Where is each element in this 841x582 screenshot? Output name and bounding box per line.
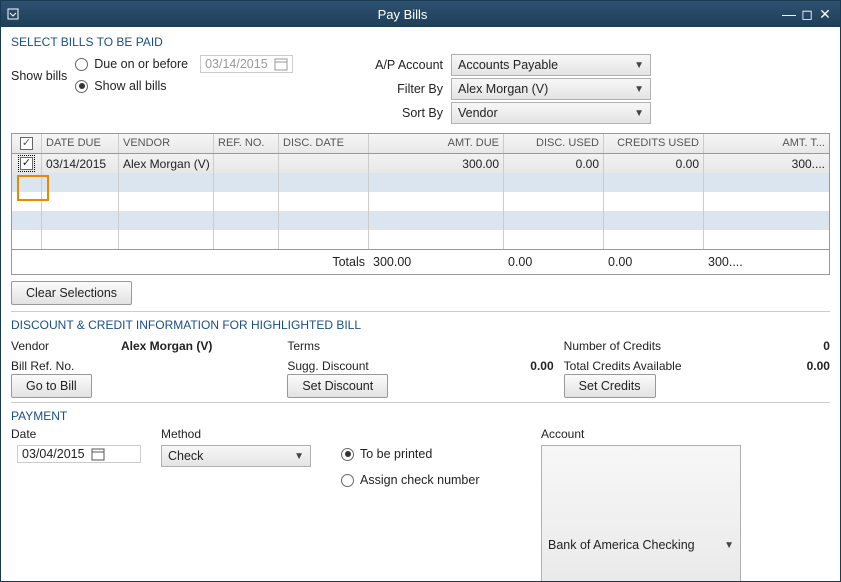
minimize-button[interactable]: — <box>780 7 798 21</box>
col-disc-used[interactable]: DISC. USED <box>504 134 604 153</box>
discount-credit-title: DISCOUNT & CREDIT INFORMATION FOR HIGHLI… <box>11 318 830 332</box>
clear-selections-button[interactable]: Clear Selections <box>11 281 132 305</box>
due-date-field[interactable]: 03/14/2015 <box>200 55 293 73</box>
col-credits-used[interactable]: CREDITS USED <box>604 134 704 153</box>
col-ref-no[interactable]: REF. NO. <box>214 134 279 153</box>
window-title: Pay Bills <box>25 7 780 22</box>
ap-account-dropdown[interactable]: Accounts Payable▼ <box>451 54 651 76</box>
maximize-button[interactable]: ◻ <box>798 7 816 21</box>
cell-ref <box>214 154 279 173</box>
set-discount-button[interactable]: Set Discount <box>287 374 388 398</box>
filter-by-dropdown[interactable]: Alex Morgan (V)▼ <box>451 78 651 100</box>
cell-amt-due: 300.00 <box>369 154 504 173</box>
totals-row: Totals 300.00 0.00 0.00 300.... <box>12 249 829 274</box>
col-date-due[interactable]: DATE DUE <box>42 134 119 153</box>
sort-by-label: Sort By <box>371 106 451 120</box>
totals-label: Totals <box>279 252 369 272</box>
table-row <box>12 173 829 192</box>
table-row <box>12 192 829 211</box>
radio-show-all[interactable] <box>75 80 88 93</box>
row-checkbox[interactable] <box>20 157 33 170</box>
window-menu-icon[interactable] <box>7 8 25 20</box>
chevron-down-icon: ▼ <box>294 451 304 462</box>
total-credits-value: 0.00 <box>714 359 830 373</box>
show-bills-label: Show bills <box>11 69 67 83</box>
col-amt-due[interactable]: AMT. DUE <box>369 134 504 153</box>
total-amt-to-pay: 300.... <box>704 252 829 272</box>
bills-grid: DATE DUE VENDOR REF. NO. DISC. DATE AMT.… <box>11 133 830 275</box>
titlebar: Pay Bills — ◻ ✕ <box>1 1 840 27</box>
payment-title: PAYMENT <box>11 409 830 423</box>
terms-label: Terms <box>287 339 397 353</box>
payment-method-dropdown[interactable]: Check▼ <box>161 445 311 467</box>
vendor-value: Alex Morgan (V) <box>121 339 277 353</box>
set-credits-button[interactable]: Set Credits <box>564 374 656 398</box>
bill-ref-label: Bill Ref. No. <box>11 359 121 373</box>
grid-header: DATE DUE VENDOR REF. NO. DISC. DATE AMT.… <box>12 134 829 154</box>
sugg-discount-label: Sugg. Discount <box>287 359 397 373</box>
chevron-down-icon: ▼ <box>634 108 644 119</box>
cell-date-due: 03/14/2015 <box>42 154 119 173</box>
go-to-bill-button[interactable]: Go to Bill <box>11 374 92 398</box>
col-amt-to-pay[interactable]: AMT. T... <box>704 134 829 153</box>
total-amt-due: 300.00 <box>369 252 504 272</box>
payment-method-label: Method <box>161 427 321 441</box>
table-row[interactable]: 03/14/2015 Alex Morgan (V) 300.00 0.00 0… <box>12 154 829 173</box>
calendar-icon <box>274 57 288 71</box>
num-credits-label: Number of Credits <box>564 339 714 353</box>
vendor-label: Vendor <box>11 339 121 353</box>
payment-account-dropdown[interactable]: Bank of America Checking▼ <box>541 445 741 581</box>
radio-all-label: Show all bills <box>94 79 166 93</box>
chevron-down-icon: ▼ <box>724 540 734 551</box>
cell-amt-to-pay: 300.... <box>704 154 829 173</box>
col-disc-date[interactable]: DISC. DATE <box>279 134 369 153</box>
total-credits-label: Total Credits Available <box>564 359 714 373</box>
payment-date-label: Date <box>11 427 141 441</box>
chevron-down-icon: ▼ <box>634 84 644 95</box>
radio-due-label: Due on or before <box>94 57 188 71</box>
cell-vendor: Alex Morgan (V) <box>119 154 214 173</box>
radio-due-on-or-before[interactable] <box>75 58 88 71</box>
close-button[interactable]: ✕ <box>816 7 834 21</box>
radio-to-be-printed[interactable] <box>341 448 354 461</box>
filter-by-label: Filter By <box>371 82 451 96</box>
select-all-checkbox[interactable] <box>20 137 33 150</box>
cell-disc-used: 0.00 <box>504 154 604 173</box>
pay-bills-window: Pay Bills — ◻ ✕ SELECT BILLS TO BE PAID … <box>0 0 841 582</box>
num-credits-value: 0 <box>714 339 830 353</box>
calendar-icon <box>91 447 105 461</box>
radio-assign-check[interactable] <box>341 474 354 487</box>
table-row <box>12 211 829 230</box>
table-row <box>12 230 829 249</box>
payment-account-label: Account <box>541 427 741 441</box>
cell-credits-used: 0.00 <box>604 154 704 173</box>
chevron-down-icon: ▼ <box>634 60 644 71</box>
col-vendor[interactable]: VENDOR <box>119 134 214 153</box>
select-bills-title: SELECT BILLS TO BE PAID <box>11 35 830 49</box>
sugg-discount-value: 0.00 <box>397 359 553 373</box>
ap-account-label: A/P Account <box>371 58 451 72</box>
payment-date-field[interactable]: 03/04/2015 <box>17 445 141 463</box>
sort-by-dropdown[interactable]: Vendor▼ <box>451 102 651 124</box>
to-be-printed-label: To be printed <box>360 447 432 461</box>
assign-check-label: Assign check number <box>360 473 480 487</box>
cell-disc-date <box>279 154 369 173</box>
total-credits-used: 0.00 <box>604 252 704 272</box>
total-disc-used: 0.00 <box>504 252 604 272</box>
